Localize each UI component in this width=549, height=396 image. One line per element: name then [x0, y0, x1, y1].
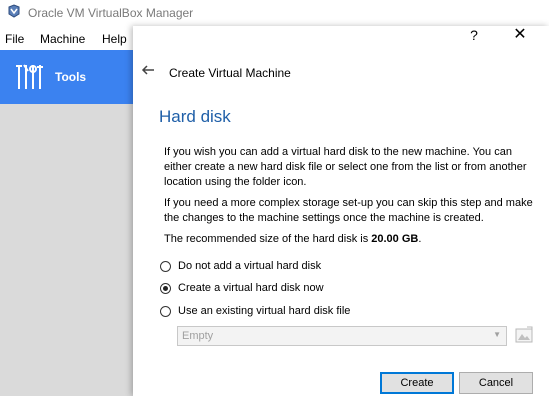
intro-paragraph: If you wish you can add a virtual hard d…	[164, 146, 527, 188]
option-no-disk-label: Do not add a virtual hard disk	[178, 260, 322, 272]
sidebar-item-tools[interactable]: Tools	[0, 50, 133, 104]
create-vm-dialog: ? ✕ Create Virtual Machine Hard disk If …	[133, 26, 549, 396]
virtualbox-logo-icon	[8, 4, 20, 18]
chevron-down-icon: ▼	[493, 330, 501, 339]
advanced-paragraph: If you need a more complex storage set-u…	[164, 197, 533, 224]
existing-disk-select-value: Empty	[182, 330, 214, 342]
tools-icon	[16, 64, 43, 89]
radio-existing-disk[interactable]	[160, 305, 171, 317]
help-button[interactable]: ?	[465, 26, 483, 44]
folder-icon[interactable]	[515, 326, 533, 344]
menu-file[interactable]: File	[5, 32, 24, 46]
menu-machine[interactable]: Machine	[40, 32, 85, 46]
cancel-button[interactable]: Cancel	[459, 372, 533, 394]
option-existing-disk[interactable]: Use an existing virtual hard disk file	[160, 303, 350, 319]
section-title: Hard disk	[159, 107, 231, 126]
existing-disk-select[interactable]: Empty ▼	[177, 326, 507, 346]
close-button[interactable]: ✕	[511, 26, 529, 44]
recommended-size-prefix: The recommended size of the hard disk is	[164, 233, 372, 245]
dialog-heading: Create Virtual Machine	[169, 66, 291, 80]
manager-titlebar: Oracle VM VirtualBox Manager	[0, 0, 549, 26]
recommended-size-value: 20.00 GB	[371, 233, 419, 245]
back-arrow-icon[interactable]	[140, 62, 156, 78]
menu-help[interactable]: Help	[102, 32, 127, 46]
create-button[interactable]: Create	[380, 372, 454, 394]
recommended-size-text: The recommended size of the hard disk is…	[164, 233, 421, 245]
recommended-size-suffix: .	[418, 233, 422, 245]
radio-create-disk[interactable]	[160, 282, 171, 294]
option-create-disk-label: Create a virtual hard disk now	[178, 282, 324, 294]
manager-title: Oracle VM VirtualBox Manager	[28, 6, 194, 20]
sidebar-item-tools-label: Tools	[55, 70, 87, 84]
radio-no-disk[interactable]	[160, 260, 171, 272]
option-create-disk[interactable]: Create a virtual hard disk now	[160, 280, 324, 296]
option-no-disk[interactable]: Do not add a virtual hard disk	[160, 258, 321, 274]
option-existing-disk-label: Use an existing virtual hard disk file	[178, 305, 351, 317]
